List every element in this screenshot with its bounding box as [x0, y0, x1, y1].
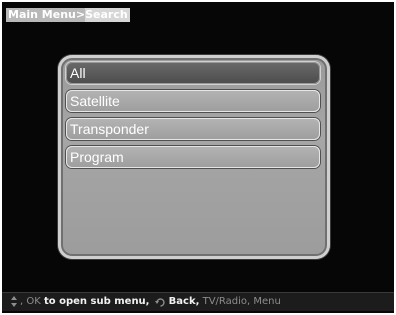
- breadcrumb: Main Menu>Search: [6, 8, 130, 22]
- help-footer: , OK to open sub menu, Back, TV/Radio, M…: [2, 292, 394, 311]
- menu-item-all[interactable]: All: [66, 62, 320, 84]
- search-menu-panel: All Satellite Transponder Program: [58, 55, 330, 259]
- breadcrumb-separator: >: [75, 8, 86, 22]
- menu-item-satellite[interactable]: Satellite: [66, 90, 320, 112]
- menu-item-label: Program: [70, 149, 124, 165]
- footer-ok-key: , OK: [20, 296, 41, 307]
- back-arrow-icon: [154, 297, 166, 308]
- menu-item-label: Transponder: [70, 121, 149, 137]
- footer-tvradio-text: TV/Radio,: [202, 296, 251, 307]
- breadcrumb-main-menu[interactable]: Main Menu: [6, 8, 76, 22]
- menu-item-label: All: [70, 65, 86, 81]
- search-menu-list: All Satellite Transponder Program: [66, 62, 320, 174]
- breadcrumb-current-search: Search: [85, 8, 130, 22]
- menu-item-label: Satellite: [70, 93, 120, 109]
- footer-menu-text: Menu: [253, 296, 281, 307]
- tv-screen: Main Menu>Search All Satellite Transpond…: [2, 2, 394, 313]
- footer-ok-text: to open sub menu,: [43, 296, 150, 307]
- menu-item-program[interactable]: Program: [66, 146, 320, 168]
- menu-item-transponder[interactable]: Transponder: [66, 118, 320, 140]
- footer-back-text: Back,: [168, 296, 200, 307]
- up-down-arrows-icon: [10, 296, 18, 308]
